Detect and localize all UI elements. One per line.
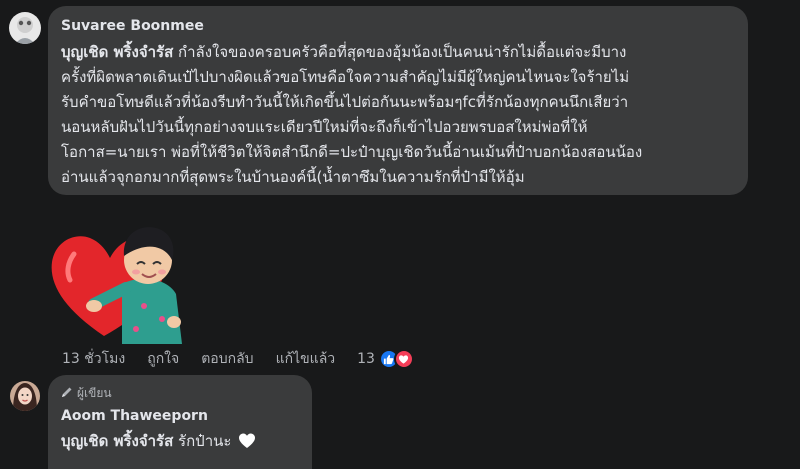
comment-timestamp[interactable]: 13 ชั่วโมง [62, 348, 125, 370]
comment-line: นอนหลับฝันไปวันนี้ทุกอย่างจบแระเดียวปีให… [61, 118, 588, 136]
comment-body: บุญเชิด พริ้งจำรัส กำลังใจของครอบครัวคือ… [61, 40, 746, 190]
comment-line: อ่านแล้วจุกอกมากที่สุดพระในบ้านองค์นี้(น… [61, 168, 525, 186]
reply-text: รักป๋านะ [173, 432, 237, 450]
author-badge: ผู้เขียน [61, 384, 112, 403]
heart-hug-sticker [44, 214, 194, 344]
comment-bubble: Suvaree Boonmee บุญเชิด พริ้งจำรัส กำลัง… [48, 6, 748, 195]
comment-actions: 13 ชั่วโมง ถูกใจ ตอบกลับ แก้ไขแล้ว 13 [62, 347, 414, 371]
edited-label: แก้ไขแล้ว [275, 351, 336, 367]
comment-line: รับคำขอโทษดีแล้วที่น้องรีบทำวันนี้ให้เกิ… [61, 93, 629, 111]
reply-mention-tag[interactable]: บุญเชิด พริ้งจำรัส [61, 432, 173, 450]
reply-button[interactable]: ตอบกลับ [201, 348, 253, 370]
reply-author-name[interactable]: Aoom Thaweeporn [61, 408, 208, 424]
like-button[interactable]: ถูกใจ [147, 348, 179, 370]
author-badge-label: ผู้เขียน [77, 386, 112, 400]
white-heart-icon [238, 432, 256, 457]
comment-line: ครั้งที่ผิดพลาดเดินเป๋ไปบางผิดแล้วขอโทษค… [61, 68, 630, 86]
mention-tag[interactable]: บุญเชิด พริ้งจำรัส [61, 43, 173, 61]
pen-icon [61, 386, 73, 401]
author-avatar[interactable] [10, 381, 40, 411]
reply-bubble: ผู้เขียน Aoom Thaweeporn บุญเชิด พริ้งจำ… [48, 375, 312, 469]
comment-author-name[interactable]: Suvaree Boonmee [61, 18, 204, 34]
reply-body: บุญเชิด พริ้งจำรัส รักป๋านะ [61, 429, 256, 457]
comment-line: โอกาส=นายเรา พ่อที่ให้ชีวิตให้จิตสำนึกดี… [61, 143, 643, 161]
reaction-summary[interactable]: 13 [357, 349, 414, 369]
love-reaction-icon [393, 349, 414, 369]
reaction-count: 13 [357, 351, 375, 367]
comment-line: กำลังใจของครอบครัวคือที่สุดของอุ้มน้องเป… [173, 43, 627, 61]
commenter-avatar[interactable] [9, 12, 41, 44]
